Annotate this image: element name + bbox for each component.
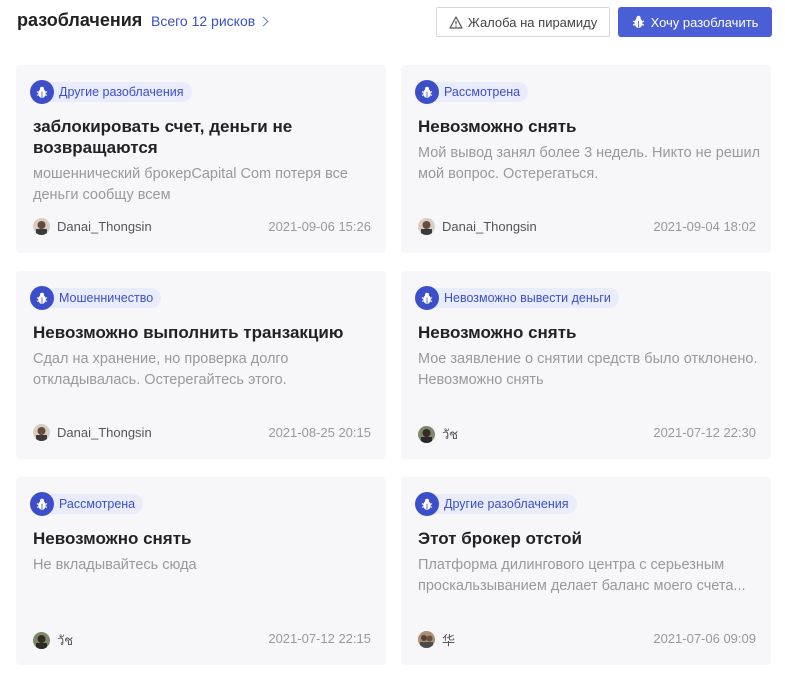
expose-button[interactable]: Хочу разоблачить	[618, 7, 772, 37]
exposure-card[interactable]: Другие разоблачения Этот брокер отстой П…	[401, 477, 771, 665]
author-name: Danai_Thongsin	[57, 425, 152, 440]
exposure-card[interactable]: Рассмотрена Невозможно снять Не вкладыва…	[16, 477, 386, 665]
author-name: วัช	[442, 427, 459, 442]
card-author: Danai_Thongsin	[33, 424, 152, 441]
author-name: 华	[442, 633, 456, 648]
card-title: Невозможно снять	[418, 117, 577, 136]
exposure-card[interactable]: Невозможно вывести деньги Невозможно сня…	[401, 271, 771, 459]
card-tag-label: Мошенничество	[42, 288, 162, 308]
card-date: 2021-07-12 22:30	[653, 425, 756, 440]
card-tag: Мошенничество	[30, 286, 162, 310]
bug-badge-icon	[30, 80, 54, 104]
exposure-card[interactable]: Мошенничество Невозможно выполнить транз…	[16, 271, 386, 459]
complaint-button-label: Жалоба на пирамиду	[467, 14, 598, 30]
card-title: Невозможно снять	[418, 323, 577, 342]
exposure-card[interactable]: Другие разоблачения заблокировать счет, …	[16, 65, 386, 253]
card-description: мошеннический брокерCapital Com потеря в…	[33, 166, 348, 203]
complaint-button[interactable]: Жалоба на пирамиду	[436, 7, 610, 37]
card-author: วัช	[418, 424, 458, 445]
card-description: Мой вывод занял более 3 недель. Никто не…	[418, 145, 761, 182]
bug-badge-icon	[30, 492, 54, 516]
avatar	[33, 424, 50, 441]
warning-icon	[449, 15, 463, 29]
card-date: 2021-09-06 15:26	[268, 219, 371, 234]
card-author: Danai_Thongsin	[33, 218, 152, 235]
total-risks-link[interactable]: Всего 12 рисков	[151, 13, 269, 29]
avatar	[418, 218, 435, 235]
avatar	[418, 426, 435, 443]
card-tag: Рассмотрена	[415, 80, 529, 104]
avatar	[33, 632, 50, 649]
avatar	[33, 218, 50, 235]
bug-badge-icon	[415, 286, 439, 310]
card-tag: Рассмотрена	[30, 492, 144, 516]
card-tag-label: Невозможно вывести деньги	[427, 288, 619, 308]
card-tag-label: Рассмотрена	[427, 82, 529, 102]
author-name: วัช	[57, 633, 74, 648]
card-author: 华	[418, 630, 455, 649]
bug-badge-icon	[30, 286, 54, 310]
card-description: Мое заявление о снятии средств было откл…	[418, 351, 758, 388]
card-author: วัช	[33, 630, 73, 651]
card-tag-label: Другие разоблачения	[427, 494, 577, 514]
bug-badge-icon	[415, 80, 439, 104]
card-tag-label: Другие разоблачения	[42, 82, 192, 102]
author-name: Danai_Thongsin	[442, 219, 537, 234]
bug-icon	[632, 15, 644, 28]
total-risks-label: Всего 12 рисков	[151, 13, 256, 29]
author-name: Danai_Thongsin	[57, 219, 152, 234]
card-author: Danai_Thongsin	[418, 218, 537, 235]
bug-badge-icon	[415, 492, 439, 516]
card-tag: Другие разоблачения	[30, 80, 192, 104]
card-date: 2021-07-12 22:15	[268, 631, 371, 646]
exposure-card[interactable]: Рассмотрена Невозможно снять Мой вывод з…	[401, 65, 771, 253]
card-date: 2021-07-06 09:09	[653, 631, 756, 646]
card-date: 2021-09-04 18:02	[653, 219, 756, 234]
card-description: Не вкладывайтесь сюда	[33, 557, 197, 573]
page-title: разоблачения	[17, 10, 143, 30]
chevron-right-icon	[258, 16, 269, 26]
card-title: заблокировать счет, деньги не возвращают…	[33, 117, 293, 157]
card-tag-label: Рассмотрена	[42, 494, 144, 514]
page-header: разоблачения Всего 12 рисков Жалоба на п…	[0, 0, 785, 46]
card-title: Этот брокер отстой	[418, 529, 582, 548]
card-title: Невозможно снять	[33, 529, 192, 548]
card-date: 2021-08-25 20:15	[268, 425, 371, 440]
card-description: Платформа дилингового центра с серьезным…	[418, 557, 746, 594]
card-description: Сдал на хранение, но проверка долго откл…	[33, 351, 289, 388]
avatar	[418, 631, 435, 648]
expose-button-label: Хочу разоблачить	[650, 14, 759, 30]
card-tag: Невозможно вывести деньги	[415, 286, 619, 310]
card-title: Невозможно выполнить транзакцию	[33, 323, 344, 342]
card-tag: Другие разоблачения	[415, 492, 577, 516]
